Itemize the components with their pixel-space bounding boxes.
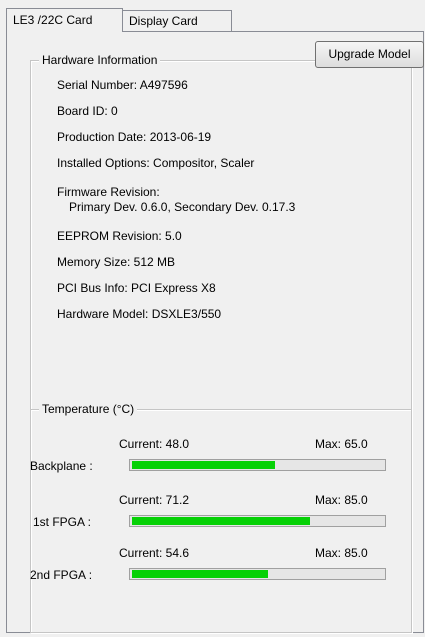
memory-size: Memory Size: 512 MB	[57, 255, 176, 269]
fpga2-label: 2nd FPGA :	[30, 568, 93, 582]
fpga1-current: Current: 71.2	[119, 493, 190, 507]
hardware-model: Hardware Model: DSXLE3/550	[57, 307, 222, 321]
fpga1-temperature-bar	[129, 515, 386, 527]
fpga2-temperature-bar	[129, 568, 386, 580]
production-date: Production Date: 2013-06-19	[57, 130, 212, 144]
tab-panel: Upgrade Model Hardware Information Seria…	[6, 31, 424, 633]
board-id: Board ID: 0	[57, 104, 118, 118]
firmware-revision-title: Firmware Revision:	[57, 185, 160, 199]
fpga2-max: Max: 85.0	[315, 546, 368, 560]
backplane-temperature-bar	[129, 459, 386, 471]
firmware-revision-detail: Primary Dev. 0.6.0, Secondary Dev. 0.17.…	[69, 200, 296, 214]
upgrade-model-button[interactable]: Upgrade Model	[315, 41, 424, 68]
temperature-legend: Temperature (°C)	[39, 402, 138, 417]
backplane-current: Current: 48.0	[119, 437, 190, 451]
fpga2-temperature-fill	[132, 570, 268, 578]
serial-number: Serial Number: A497596	[57, 78, 188, 92]
fpga1-label: 1st FPGA :	[33, 515, 92, 529]
fpga1-max: Max: 85.0	[315, 493, 368, 507]
backplane-temperature-fill	[132, 461, 275, 469]
backplane-max: Max: 65.0	[315, 437, 368, 451]
tab-le3-card[interactable]: LE3 /22C Card	[6, 8, 123, 32]
installed-options: Installed Options: Compositor, Scaler	[57, 156, 255, 170]
fpga2-current: Current: 54.6	[119, 546, 190, 560]
tab-display-card[interactable]: Display Card	[122, 10, 232, 31]
hardware-information-legend: Hardware Information	[39, 53, 161, 68]
eeprom-revision: EEPROM Revision: 5.0	[57, 229, 182, 243]
fpga1-temperature-fill	[132, 517, 310, 525]
backplane-label: Backplane :	[30, 459, 93, 473]
pci-bus-info: PCI Bus Info: PCI Express X8	[57, 281, 216, 295]
